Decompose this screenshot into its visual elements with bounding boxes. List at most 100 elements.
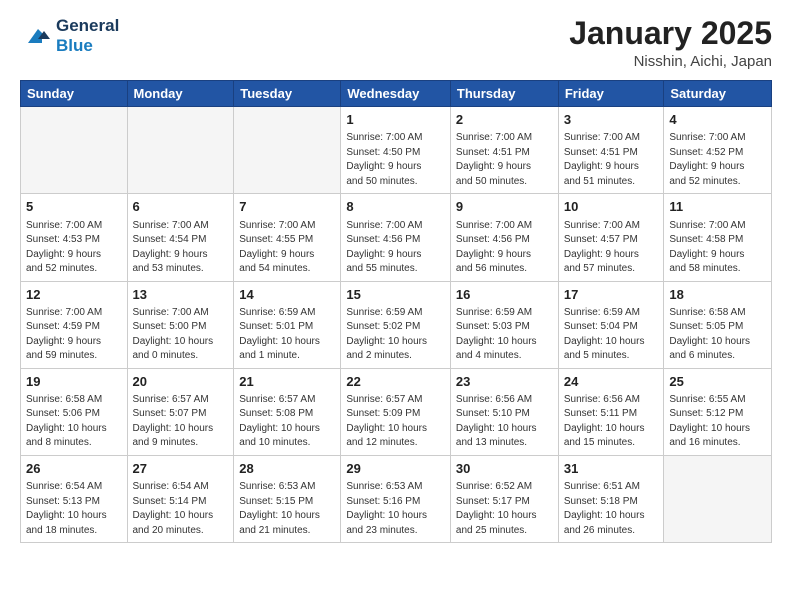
day-number: 11	[669, 198, 766, 216]
day-info: Sunrise: 7:00 AM Sunset: 4:56 PM Dayligh…	[456, 219, 553, 277]
day-info: Sunrise: 6:53 AM Sunset: 5:16 PM Dayligh…	[346, 480, 445, 538]
day-info: Sunrise: 6:57 AM Sunset: 5:08 PM Dayligh…	[239, 393, 335, 451]
day-number: 15	[346, 286, 445, 304]
month-title: January 2025	[569, 16, 772, 51]
day-info: Sunrise: 6:52 AM Sunset: 5:17 PM Dayligh…	[456, 480, 553, 538]
logo-general: General	[56, 16, 119, 35]
calendar-cell: 2 Sunrise: 7:00 AM Sunset: 4:51 PM Daylig…	[450, 107, 558, 194]
day-number: 12	[26, 286, 122, 304]
day-number: 2	[456, 111, 553, 129]
day-number: 30	[456, 460, 553, 478]
calendar-week-row: 19 Sunrise: 6:58 AM Sunset: 5:06 PM Dayli…	[21, 368, 772, 455]
calendar-cell: 6 Sunrise: 7:00 AM Sunset: 4:54 PM Daylig…	[127, 194, 234, 281]
calendar-cell: 23 Sunrise: 6:56 AM Sunset: 5:10 PM Dayli…	[450, 368, 558, 455]
day-info: Sunrise: 7:00 AM Sunset: 4:54 PM Dayligh…	[133, 219, 229, 277]
calendar-cell: 22 Sunrise: 6:57 AM Sunset: 5:09 PM Dayli…	[341, 368, 451, 455]
day-number: 29	[346, 460, 445, 478]
day-info: Sunrise: 6:57 AM Sunset: 5:09 PM Dayligh…	[346, 393, 445, 451]
weekday-header-monday: Monday	[127, 81, 234, 107]
title-block: January 2025 Nisshin, Aichi, Japan	[569, 16, 772, 70]
calendar-cell: 14Sunrise: 6:59 AM Sunset: 5:01 PM Dayli…	[234, 281, 341, 368]
calendar-cell: 1 Sunrise: 7:00 AM Sunset: 4:50 PM Daylig…	[341, 107, 451, 194]
weekday-header-sunday: Sunday	[21, 81, 128, 107]
calendar-cell: 10Sunrise: 7:00 AM Sunset: 4:57 PM Dayli…	[558, 194, 664, 281]
day-number: 13	[133, 286, 229, 304]
day-info: Sunrise: 6:56 AM Sunset: 5:11 PM Dayligh…	[564, 393, 659, 451]
calendar-cell: 15 Sunrise: 6:59 AM Sunset: 5:02 PM Dayli…	[341, 281, 451, 368]
day-number: 1	[346, 111, 445, 129]
calendar-cell: 21 Sunrise: 6:57 AM Sunset: 5:08 PM Dayli…	[234, 368, 341, 455]
day-info: Sunrise: 7:00 AM Sunset: 5:00 PM Dayligh…	[133, 306, 229, 364]
day-number: 25	[669, 373, 766, 391]
calendar-cell: 24Sunrise: 6:56 AM Sunset: 5:11 PM Dayli…	[558, 368, 664, 455]
day-number: 17	[564, 286, 659, 304]
day-info: Sunrise: 6:57 AM Sunset: 5:07 PM Dayligh…	[133, 393, 229, 451]
day-number: 5	[26, 198, 122, 216]
calendar-week-row: 5Sunrise: 7:00 AM Sunset: 4:53 PM Daylig…	[21, 194, 772, 281]
calendar-cell: 29 Sunrise: 6:53 AM Sunset: 5:16 PM Dayli…	[341, 455, 451, 542]
calendar-cell: 13 Sunrise: 7:00 AM Sunset: 5:00 PM Dayli…	[127, 281, 234, 368]
calendar-cell: 3 Sunrise: 7:00 AM Sunset: 4:51 PM Daylig…	[558, 107, 664, 194]
calendar-header-row: SundayMondayTuesdayWednesdayThursdayFrid…	[21, 81, 772, 107]
day-number: 6	[133, 198, 229, 216]
calendar-week-row: 26 Sunrise: 6:54 AM Sunset: 5:13 PM Dayli…	[21, 455, 772, 542]
calendar-cell: 19 Sunrise: 6:58 AM Sunset: 5:06 PM Dayli…	[21, 368, 128, 455]
day-info: Sunrise: 6:51 AM Sunset: 5:18 PM Dayligh…	[564, 480, 659, 538]
calendar-cell: 17 Sunrise: 6:59 AM Sunset: 5:04 PM Dayli…	[558, 281, 664, 368]
day-info: Sunrise: 6:59 AM Sunset: 5:04 PM Dayligh…	[564, 306, 659, 364]
day-info: Sunrise: 7:00 AM Sunset: 4:51 PM Dayligh…	[564, 131, 659, 189]
day-number: 23	[456, 373, 553, 391]
day-number: 10	[564, 198, 659, 216]
calendar-cell	[21, 107, 128, 194]
day-info: Sunrise: 6:53 AM Sunset: 5:15 PM Dayligh…	[239, 480, 335, 538]
day-info: Sunrise: 6:59 AM Sunset: 5:01 PM Dayligh…	[239, 306, 335, 364]
day-number: 4	[669, 111, 766, 129]
calendar-cell: 12 Sunrise: 7:00 AM Sunset: 4:59 PM Dayli…	[21, 281, 128, 368]
day-number: 31	[564, 460, 659, 478]
day-info: Sunrise: 7:00 AM Sunset: 4:50 PM Dayligh…	[346, 131, 445, 189]
day-number: 22	[346, 373, 445, 391]
calendar-week-row: 12 Sunrise: 7:00 AM Sunset: 4:59 PM Dayli…	[21, 281, 772, 368]
calendar-cell	[664, 455, 772, 542]
calendar-cell: 5Sunrise: 7:00 AM Sunset: 4:53 PM Daylig…	[21, 194, 128, 281]
day-info: Sunrise: 7:00 AM Sunset: 4:58 PM Dayligh…	[669, 219, 766, 277]
day-number: 27	[133, 460, 229, 478]
weekday-header-tuesday: Tuesday	[234, 81, 341, 107]
day-number: 26	[26, 460, 122, 478]
day-info: Sunrise: 7:00 AM Sunset: 4:56 PM Dayligh…	[346, 219, 445, 277]
day-info: Sunrise: 6:59 AM Sunset: 5:02 PM Dayligh…	[346, 306, 445, 364]
day-info: Sunrise: 6:54 AM Sunset: 5:13 PM Dayligh…	[26, 480, 122, 538]
calendar-cell: 28 Sunrise: 6:53 AM Sunset: 5:15 PM Dayli…	[234, 455, 341, 542]
calendar-cell: 25Sunrise: 6:55 AM Sunset: 5:12 PM Dayli…	[664, 368, 772, 455]
day-number: 21	[239, 373, 335, 391]
day-info: Sunrise: 6:58 AM Sunset: 5:06 PM Dayligh…	[26, 393, 122, 451]
weekday-header-friday: Friday	[558, 81, 664, 107]
calendar-cell: 27Sunrise: 6:54 AM Sunset: 5:14 PM Dayli…	[127, 455, 234, 542]
day-info: Sunrise: 7:00 AM Sunset: 4:59 PM Dayligh…	[26, 306, 122, 364]
day-number: 28	[239, 460, 335, 478]
calendar-cell: 8 Sunrise: 7:00 AM Sunset: 4:56 PM Daylig…	[341, 194, 451, 281]
day-number: 8	[346, 198, 445, 216]
day-number: 19	[26, 373, 122, 391]
calendar-cell	[127, 107, 234, 194]
page: General Blue January 2025 Nisshin, Aichi…	[0, 0, 792, 612]
logo-blue: Blue	[56, 36, 93, 55]
weekday-header-wednesday: Wednesday	[341, 81, 451, 107]
day-info: Sunrise: 7:00 AM Sunset: 4:52 PM Dayligh…	[669, 131, 766, 189]
day-info: Sunrise: 6:58 AM Sunset: 5:05 PM Dayligh…	[669, 306, 766, 364]
day-number: 3	[564, 111, 659, 129]
weekday-header-thursday: Thursday	[450, 81, 558, 107]
logo: General Blue	[20, 16, 119, 56]
day-number: 18	[669, 286, 766, 304]
day-info: Sunrise: 7:00 AM Sunset: 4:51 PM Dayligh…	[456, 131, 553, 189]
calendar-week-row: 1 Sunrise: 7:00 AM Sunset: 4:50 PM Daylig…	[21, 107, 772, 194]
day-info: Sunrise: 6:56 AM Sunset: 5:10 PM Dayligh…	[456, 393, 553, 451]
day-info: Sunrise: 6:59 AM Sunset: 5:03 PM Dayligh…	[456, 306, 553, 364]
calendar-cell: 30 Sunrise: 6:52 AM Sunset: 5:17 PM Dayli…	[450, 455, 558, 542]
weekday-header-saturday: Saturday	[664, 81, 772, 107]
calendar-cell: 7Sunrise: 7:00 AM Sunset: 4:55 PM Daylig…	[234, 194, 341, 281]
calendar-cell: 20Sunrise: 6:57 AM Sunset: 5:07 PM Dayli…	[127, 368, 234, 455]
day-number: 9	[456, 198, 553, 216]
calendar-cell: 26 Sunrise: 6:54 AM Sunset: 5:13 PM Dayli…	[21, 455, 128, 542]
calendar-cell: 4 Sunrise: 7:00 AM Sunset: 4:52 PM Daylig…	[664, 107, 772, 194]
